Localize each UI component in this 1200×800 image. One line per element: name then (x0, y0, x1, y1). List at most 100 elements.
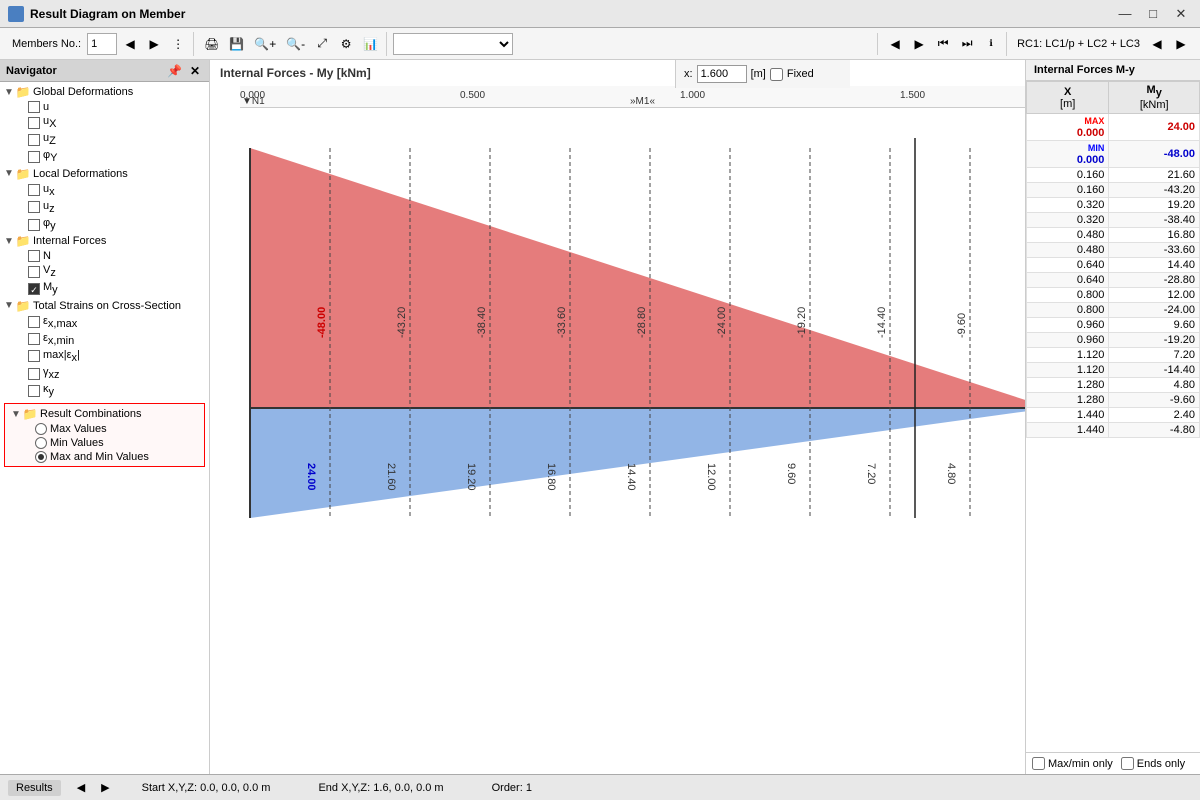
val-top-1: -43.20 (396, 307, 408, 338)
ends-checkbox[interactable] (1121, 757, 1134, 770)
print-button[interactable]: 🖨 (200, 32, 223, 56)
nav-close-button[interactable]: ✕ (187, 64, 203, 78)
loadcase-select[interactable] (393, 33, 513, 55)
tree-item-N[interactable]: N (0, 249, 209, 263)
expand-strains-icon[interactable]: ▼ (2, 300, 16, 311)
val-top-3: -33.60 (556, 307, 568, 338)
data-table: X[m] My[kNm] MAX0.00024.00MIN0.000-48.00… (1026, 81, 1200, 438)
internal-forces-label: Internal Forces (33, 235, 106, 247)
rc-next[interactable]: ▶ (1170, 32, 1192, 56)
table-scroll-area[interactable]: X[m] My[kNm] MAX0.00024.00MIN0.000-48.00… (1026, 81, 1200, 752)
tree-item-internal-forces[interactable]: ▼ 📁 Internal Forces (0, 233, 209, 249)
rb-max-min-values[interactable] (35, 451, 47, 463)
cb-My[interactable] (28, 283, 40, 295)
tree-item-result-combinations[interactable]: ▼ 📁 Result Combinations (7, 406, 202, 422)
cb-maxex[interactable] (28, 350, 40, 362)
prev-member-button[interactable]: ◀ (119, 32, 141, 56)
cb-Vz[interactable] (28, 266, 40, 278)
maxmin-checkbox[interactable] (1032, 757, 1045, 770)
tree-item-u[interactable]: u (0, 100, 209, 114)
cb-N[interactable] (28, 250, 40, 262)
cb-exmax[interactable] (28, 316, 40, 328)
tree-item-exmax[interactable]: εx,max (0, 314, 209, 331)
table-cell-my: 24.00 (1109, 114, 1200, 141)
fit-button[interactable]: ⤢ (311, 32, 333, 56)
nav-info[interactable]: ℹ (980, 32, 1002, 56)
minimize-button[interactable]: — (1114, 3, 1136, 25)
maxmin-only-label[interactable]: Max/min only (1032, 757, 1113, 770)
val-bot-5: 12.00 (705, 463, 717, 491)
nav-pin-button[interactable]: 📌 (164, 64, 185, 78)
expand-internal-icon[interactable]: ▼ (2, 236, 16, 247)
table-cell-x: 0.320 (1027, 198, 1109, 213)
val-bot-3: 16.80 (545, 463, 557, 491)
table-button[interactable]: 📊 (359, 32, 382, 56)
tree-item-phiy[interactable]: φY (0, 148, 209, 165)
nav-next[interactable]: ▶ (908, 32, 930, 56)
exmax-label: εx,max (43, 315, 77, 330)
statusbar: Results ◀ ▶ Start X,Y,Z: 0.0, 0.0, 0.0 m… (0, 774, 1200, 800)
result-combinations-box: ▼ 📁 Result Combinations Max Values Min V… (4, 403, 205, 467)
maximize-button[interactable]: □ (1142, 3, 1164, 25)
tree-item-luz[interactable]: uz (0, 199, 209, 216)
tree-item-global-deformations[interactable]: ▼ 📁 Global Deformations (0, 84, 209, 100)
close-button[interactable]: ✕ (1170, 3, 1192, 25)
members-input[interactable] (87, 33, 117, 55)
settings-button[interactable]: ⚙ (335, 32, 357, 56)
nav-prev[interactable]: ◀ (884, 32, 906, 56)
tree-item-min-values[interactable]: Min Values (7, 436, 202, 450)
table-cell-x: 1.280 (1027, 393, 1109, 408)
cb-lux[interactable] (28, 184, 40, 196)
tree-item-max-min-values[interactable]: Max and Min Values (7, 450, 202, 464)
results-tab[interactable]: Results (8, 780, 61, 796)
x-coord-input[interactable] (697, 65, 747, 83)
zoom-in-button[interactable]: 🔍+ (250, 32, 280, 56)
tree-item-ky[interactable]: κy (0, 382, 209, 399)
cb-luz[interactable] (28, 201, 40, 213)
cb-phiy[interactable] (28, 151, 40, 163)
table-cell-x: 1.440 (1027, 408, 1109, 423)
nav-first[interactable]: ⏮ (932, 32, 954, 56)
tree-item-ux[interactable]: uX (0, 114, 209, 131)
tree-item-uz[interactable]: uZ (0, 131, 209, 148)
cb-yxz[interactable] (28, 368, 40, 380)
table-cell-my: 19.20 (1109, 198, 1200, 213)
cb-exmin[interactable] (28, 333, 40, 345)
end-coords: End X,Y,Z: 1.6, 0.0, 0.0 m (318, 782, 443, 794)
cb-lphiy[interactable] (28, 219, 40, 231)
nav-last[interactable]: ⏭ (956, 32, 978, 56)
expand-global-icon[interactable]: ▼ (2, 87, 16, 98)
tree-item-local-deformations[interactable]: ▼ 📁 Local Deformations (0, 166, 209, 182)
rb-min-values[interactable] (35, 437, 47, 449)
tree-item-lphiy[interactable]: φy (0, 216, 209, 233)
member-list-button[interactable]: ⋮ (167, 32, 189, 56)
tree-item-My[interactable]: My (0, 280, 209, 297)
tree-item-total-strains[interactable]: ▼ 📁 Total Strains on Cross-Section (0, 298, 209, 314)
cb-u[interactable] (28, 101, 40, 113)
zoom-out-button[interactable]: 🔍- (282, 32, 309, 56)
cb-ux[interactable] (28, 117, 40, 129)
expand-rc-icon[interactable]: ▼ (9, 409, 23, 420)
export-button[interactable]: 💾 (225, 32, 248, 56)
tree-item-maxex[interactable]: max|εx| (0, 348, 209, 365)
red-area (250, 148, 1025, 408)
cb-ky[interactable] (28, 385, 40, 397)
tree-item-lux[interactable]: ux (0, 182, 209, 199)
rc-prev[interactable]: ◀ (1146, 32, 1168, 56)
nav-right-btn[interactable]: ▶ (101, 781, 109, 794)
table-cell-x: 1.280 (1027, 378, 1109, 393)
table-cell-x: MIN0.000 (1027, 141, 1109, 168)
rb-max-values[interactable] (35, 423, 47, 435)
tree-item-yxz[interactable]: γxz (0, 365, 209, 382)
val-bot-6: 9.60 (785, 463, 797, 484)
fixed-checkbox[interactable] (770, 68, 783, 81)
table-cell-x: 0.480 (1027, 243, 1109, 258)
tree-item-Vz[interactable]: Vz (0, 263, 209, 280)
next-member-button[interactable]: ▶ (143, 32, 165, 56)
cb-uz[interactable] (28, 134, 40, 146)
tree-item-max-values[interactable]: Max Values (7, 422, 202, 436)
tree-item-exmin[interactable]: εx,min (0, 331, 209, 348)
nav-left-btn[interactable]: ◀ (77, 781, 85, 794)
ends-only-label[interactable]: Ends only (1121, 757, 1185, 770)
expand-local-icon[interactable]: ▼ (2, 168, 16, 179)
